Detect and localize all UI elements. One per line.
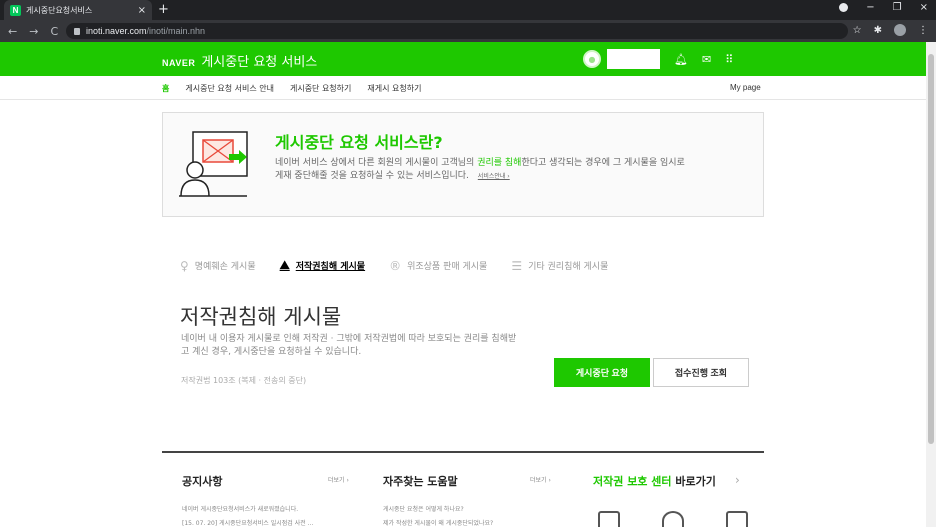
user-avatar[interactable]: ● bbox=[583, 50, 601, 68]
user-name-box[interactable] bbox=[607, 49, 660, 69]
minimize-icon[interactable]: − bbox=[866, 2, 874, 13]
lock-icon bbox=[74, 27, 80, 35]
faq-item[interactable]: 제가 작성한 게시물이 왜 게시중단되었나요? bbox=[383, 517, 558, 527]
tab-counterfeit[interactable]: ® 위조상품 판매 게시물 bbox=[389, 258, 487, 273]
page-content: NAVER 게시중단 요청 서비스 ● 🔔︎ ✉ ⠿ 홈 게시중단 요청 서비스… bbox=[0, 42, 936, 527]
forward-icon[interactable]: → bbox=[29, 25, 38, 38]
shortcut-icons bbox=[598, 511, 748, 527]
mail-icon[interactable]: ✉ bbox=[702, 53, 711, 66]
takedown-request-button[interactable]: 게시중단 요청 bbox=[554, 358, 650, 387]
section-description: 네이버 내 이용자 게시물로 인해 저작권 · 그밖에 저작권법에 따라 보호되… bbox=[181, 334, 517, 357]
category-tabs: ♀ 명예훼손 게시물 ⛰ 저작권침해 게시물 ® 위조상품 판매 게시물 ☰ 기타 권리… bbox=[180, 258, 608, 273]
bell-icon[interactable]: 🔔︎ bbox=[674, 53, 688, 66]
brand[interactable]: NAVER 게시중단 요청 서비스 bbox=[162, 51, 317, 70]
registered-icon: ® bbox=[389, 258, 402, 273]
faq-more-link[interactable]: 더보기 › bbox=[530, 475, 551, 484]
bookmark-star-icon[interactable]: ☆ bbox=[853, 25, 862, 36]
service-guide-link[interactable]: 서비스안내 › bbox=[478, 173, 510, 180]
site-header: NAVER 게시중단 요청 서비스 ● 🔔︎ ✉ ⠿ bbox=[0, 42, 936, 76]
section-title: 저작권침해 게시물 bbox=[180, 305, 342, 329]
tab-other-rights[interactable]: ☰ 기타 권리침해 게시물 bbox=[511, 258, 608, 273]
browser-menu-icon[interactable]: ⋮ bbox=[918, 25, 928, 36]
tab-defamation[interactable]: ♀ 명예훼손 게시물 bbox=[180, 258, 256, 273]
naver-logo[interactable]: NAVER bbox=[162, 58, 195, 68]
nav-request[interactable]: 게시중단 요청하기 bbox=[290, 83, 351, 94]
tab-title: 게시중단요청서비스 bbox=[26, 5, 93, 15]
notice-more-link[interactable]: 더보기 › bbox=[328, 475, 349, 484]
close-window-icon[interactable]: × bbox=[920, 2, 928, 13]
intro-title: 게시중단 요청 서비스란? bbox=[275, 133, 443, 152]
record-icon[interactable] bbox=[839, 3, 849, 12]
browser-toolbar: ← → C inoti.naver.com/inoti/main.nhn ☆ ✱… bbox=[0, 20, 936, 42]
footer: 공지사항 더보기 › 네이버 게시중단요청서비스가 새로워졌습니다. [15. … bbox=[162, 451, 764, 527]
naver-favicon-icon: N bbox=[10, 4, 21, 16]
page-scrollbar[interactable] bbox=[926, 42, 936, 527]
faq-item[interactable]: 게시중단 요청은 어떻게 하나요? bbox=[383, 503, 558, 517]
maximize-icon[interactable]: ❐ bbox=[893, 2, 902, 13]
copyright-center-shortcut[interactable]: 저작권 보호 센터 바로가기 bbox=[593, 473, 716, 489]
service-title[interactable]: 게시중단 요청 서비스 bbox=[201, 51, 317, 70]
mypage-link[interactable]: My page bbox=[730, 83, 761, 92]
faq-section: 자주찾는 도움말 더보기 › 게시중단 요청은 어떻게 하나요? 제가 작성한 … bbox=[383, 473, 558, 527]
tab-copyright[interactable]: ⛰ 저작권침해 게시물 bbox=[280, 258, 365, 273]
apps-icon[interactable]: ⠿ bbox=[725, 53, 733, 66]
url-text: inoti.naver.com/inoti/main.nhn bbox=[86, 26, 206, 36]
intro-illustration-icon bbox=[179, 131, 248, 197]
intro-description: 네이버 서비스 상에서 다른 회원의 게시물이 고객님의 권리를 침해한다고 생… bbox=[275, 158, 685, 181]
chevron-right-icon[interactable]: › bbox=[735, 473, 740, 487]
building-icon[interactable] bbox=[726, 511, 748, 527]
location-icon[interactable] bbox=[662, 511, 684, 527]
status-check-button[interactable]: 접수진행 조회 bbox=[653, 358, 749, 387]
notice-item[interactable]: [15. 07. 20] 게시중단요청서비스 일시점검 사전 ... bbox=[182, 517, 357, 527]
clipboard-icon: ☰ bbox=[511, 258, 523, 273]
back-icon[interactable]: ← bbox=[8, 25, 17, 38]
notice-section: 공지사항 더보기 › 네이버 게시중단요청서비스가 새로워졌습니다. [15. … bbox=[182, 473, 357, 527]
nav-repost[interactable]: 재게시 요청하기 bbox=[367, 83, 421, 94]
scrollbar-thumb[interactable] bbox=[928, 54, 934, 444]
nav-service-guide[interactable]: 게시중단 요청 서비스 안내 bbox=[185, 83, 274, 94]
browser-tab[interactable]: N 게시중단요청서비스 × bbox=[4, 0, 152, 20]
notice-item[interactable]: 네이버 게시중단요청서비스가 새로워졌습니다. bbox=[182, 503, 357, 517]
profile-avatar[interactable] bbox=[894, 24, 906, 36]
address-bar[interactable]: inoti.naver.com/inoti/main.nhn bbox=[66, 23, 848, 39]
nav-home[interactable]: 홈 bbox=[162, 83, 169, 94]
window-controls: − ❐ × bbox=[839, 2, 928, 13]
sub-navigation: 홈 게시중단 요청 서비스 안내 게시중단 요청하기 재게시 요청하기 My p… bbox=[0, 76, 936, 100]
image-icon[interactable] bbox=[598, 511, 620, 527]
pen-icon: ⛰ bbox=[279, 258, 290, 272]
intro-box: 게시중단 요청 서비스란? 네이버 서비스 상에서 다른 회원의 게시물이 고객… bbox=[162, 112, 764, 217]
new-tab-icon[interactable]: + bbox=[158, 2, 169, 17]
extensions-icon[interactable]: ✱ bbox=[874, 25, 882, 36]
person-icon: ♀ bbox=[180, 258, 189, 273]
reload-icon[interactable]: C bbox=[50, 25, 58, 38]
tab-close-icon[interactable]: × bbox=[138, 5, 146, 16]
law-reference: 저작권법 103조 (복제 · 전송의 중단) bbox=[181, 376, 307, 385]
browser-tabstrip: N 게시중단요청서비스 × + − ❐ × bbox=[0, 0, 936, 20]
